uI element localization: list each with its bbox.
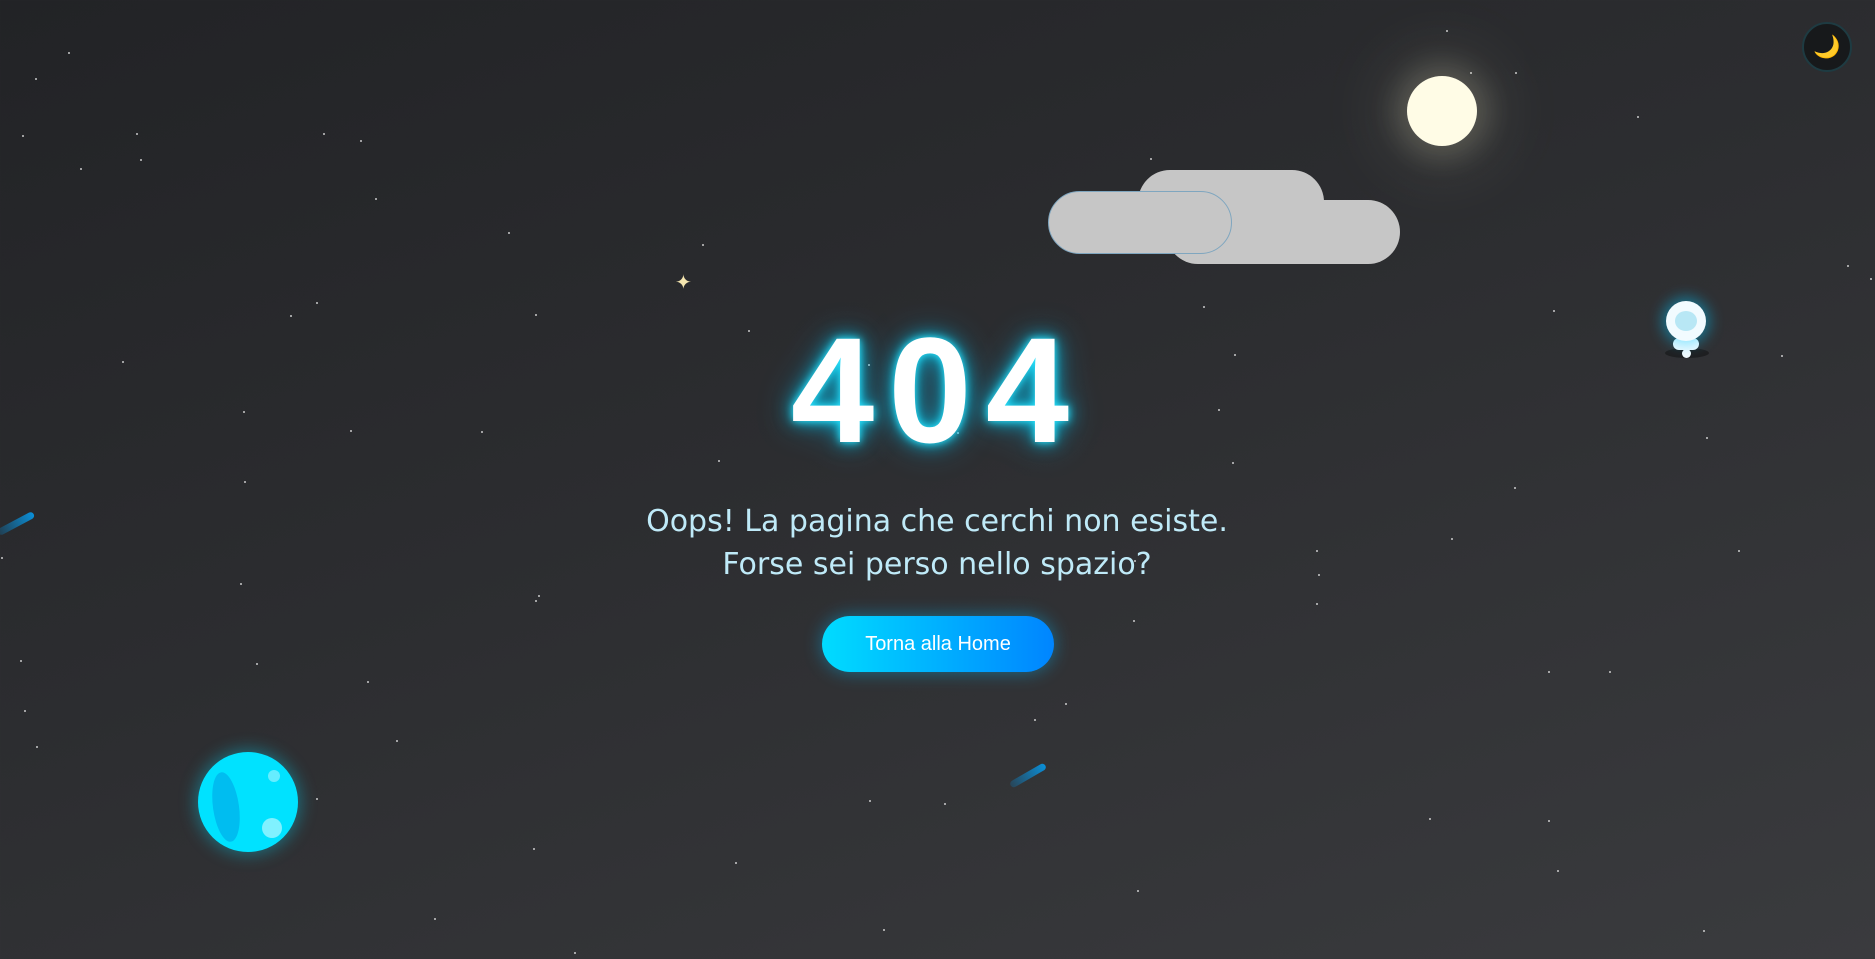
star — [22, 135, 24, 137]
planet-crater — [208, 770, 244, 844]
star — [80, 168, 82, 170]
astronaut — [1659, 296, 1715, 366]
star — [1218, 409, 1220, 411]
star — [1429, 818, 1431, 820]
error-message-line1: Oops! La pagina che cerchi non esiste. — [646, 504, 1228, 539]
star — [1515, 72, 1517, 74]
planet-crater — [268, 770, 280, 782]
star — [240, 583, 242, 585]
star — [1034, 719, 1036, 721]
star — [1451, 538, 1453, 540]
star — [1781, 355, 1783, 357]
star — [1637, 116, 1639, 118]
twinkle-star-icon: ✦ — [675, 270, 692, 294]
error-message: Oops! La pagina che cerchi non esiste. F… — [537, 500, 1337, 586]
star — [508, 232, 510, 234]
error-message-line2: Forse sei perso nello spazio? — [722, 547, 1152, 582]
star — [350, 430, 352, 432]
star — [535, 314, 537, 316]
star — [535, 600, 537, 602]
star — [1150, 158, 1152, 160]
star — [944, 803, 946, 805]
star — [1470, 72, 1472, 74]
star — [1316, 603, 1318, 605]
star — [136, 133, 138, 135]
star — [367, 681, 369, 683]
star — [533, 848, 535, 850]
star — [481, 431, 483, 433]
star — [1548, 671, 1550, 673]
error-code: 404 — [790, 306, 1084, 474]
star — [574, 952, 576, 954]
star — [316, 798, 318, 800]
planet-crater — [262, 818, 282, 838]
star — [323, 133, 325, 135]
star — [883, 929, 885, 931]
theme-toggle-button[interactable]: 🌙 — [1802, 22, 1852, 72]
star — [68, 52, 70, 54]
star — [35, 78, 37, 80]
star — [256, 663, 258, 665]
star — [396, 740, 398, 742]
star — [1514, 487, 1516, 489]
star — [1203, 306, 1205, 308]
star — [20, 660, 22, 662]
star — [1548, 820, 1550, 822]
star — [24, 710, 26, 712]
star — [375, 198, 377, 200]
star — [1870, 278, 1872, 280]
star — [869, 800, 871, 802]
star — [1609, 671, 1611, 673]
star — [244, 481, 246, 483]
star — [316, 302, 318, 304]
astronaut-foot — [1682, 349, 1691, 358]
star — [538, 595, 540, 597]
star — [1137, 890, 1139, 892]
moon — [1407, 76, 1477, 146]
star — [1557, 870, 1559, 872]
star — [1703, 930, 1705, 932]
star — [1553, 310, 1555, 312]
star — [1706, 437, 1708, 439]
astronaut-helmet — [1666, 301, 1706, 341]
crescent-moon-icon: 🌙 — [1813, 34, 1841, 59]
astronaut-visor — [1675, 311, 1697, 331]
cloud — [1048, 170, 1400, 270]
star — [434, 918, 436, 920]
star — [1738, 550, 1740, 552]
star — [122, 361, 124, 363]
star — [36, 746, 38, 748]
star — [702, 244, 704, 246]
star — [140, 159, 142, 161]
star — [1065, 703, 1067, 705]
star — [360, 140, 362, 142]
star — [290, 315, 292, 317]
star — [718, 460, 720, 462]
star — [735, 862, 737, 864]
star — [1232, 462, 1234, 464]
home-button[interactable]: Torna alla Home — [822, 616, 1054, 672]
planet — [198, 752, 298, 852]
cloud-puff-front — [1048, 191, 1232, 254]
star — [243, 411, 245, 413]
star — [1847, 265, 1849, 267]
star — [1446, 30, 1448, 32]
star — [1133, 620, 1135, 622]
star — [1234, 354, 1236, 356]
star — [1, 557, 3, 559]
